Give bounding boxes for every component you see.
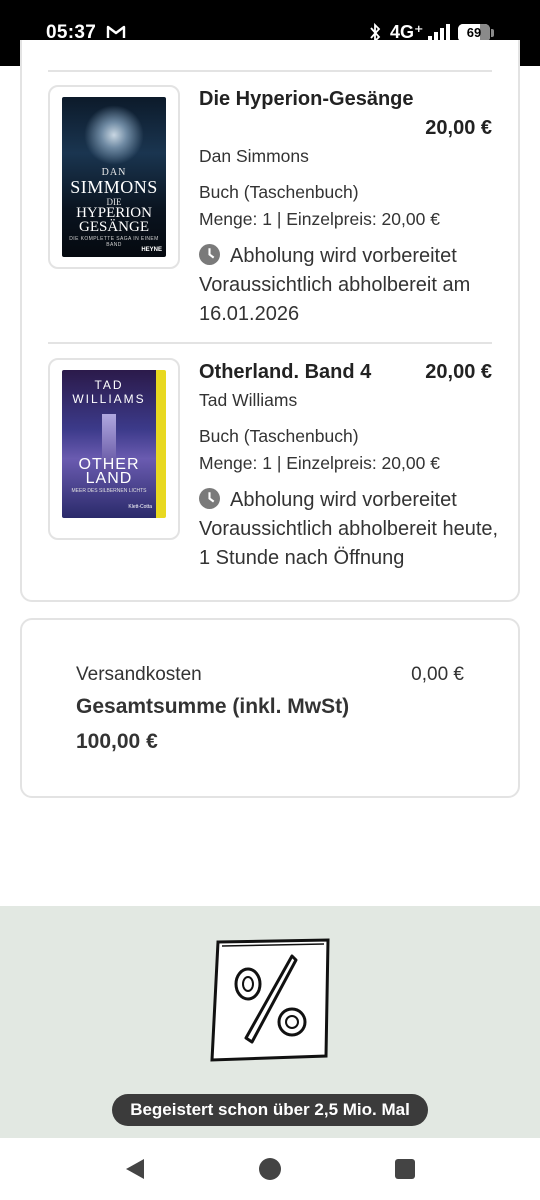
cover-frame[interactable]: TAD WILLIAMS OTHER LAND MEER DES SILBERN… [48,358,180,540]
divider [48,342,492,344]
divider [48,70,492,72]
totals-card: Versandkosten 0,00 € Gesamtsumme (inkl. … [20,618,520,798]
item-author: Dan Simmons [199,146,309,166]
clock-icon [199,244,220,265]
item-format: Buch (Taschenbuch) [199,426,359,446]
item-status: Abholung wird vorbereitet Voraussichtlic… [199,242,499,329]
clock-icon [199,488,220,509]
total-label: Gesamtsumme (inkl. MwSt) [76,695,350,718]
item-format: Buch (Taschenbuch) [199,182,359,202]
back-triangle-icon[interactable] [122,1156,148,1182]
item-price: 20,00 € [425,117,492,139]
gmail-icon [106,25,126,38]
item-title[interactable]: Die Hyperion-Gesänge [199,88,414,111]
cover-frame[interactable]: DAN SIMMONS DIE HYPERION GESÄNGE DIE KOM… [48,85,180,269]
shipping-value: 0,00 € [411,664,464,685]
status-detail: Voraussichtlich abholbereit am 16.01.202… [199,274,471,325]
promo-banner[interactable]: Begeistert schon über 2,5 Mio. Mal [0,906,540,1138]
promo-badge: Begeistert schon über 2,5 Mio. Mal [112,1094,428,1126]
shipping-label: Versandkosten [76,664,202,685]
status-detail: Voraussichtlich abholbereit heute, 1 Stu… [199,518,499,569]
item-title[interactable]: Otherland. Band 4 [199,361,371,384]
status-heading: Abholung wird vorbereitet [230,245,457,267]
item-price: 20,00 € [425,361,492,383]
book-cover-image: TAD WILLIAMS OTHER LAND MEER DES SILBERN… [62,370,166,518]
percent-icon [210,938,330,1062]
item-status: Abholung wird vorbereitet Voraussichtlic… [199,486,499,573]
book-cover-image: DAN SIMMONS DIE HYPERION GESÄNGE DIE KOM… [62,97,166,257]
home-circle-icon[interactable] [257,1156,283,1182]
system-nav-bar [0,1138,540,1200]
status-heading: Abholung wird vorbereitet [230,489,457,511]
item-quantity: Menge: 1 | Einzelpreis: 20,00 € [199,209,440,229]
recents-square-icon[interactable] [392,1156,418,1182]
total-value: 100,00 € [76,730,158,753]
item-quantity: Menge: 1 | Einzelpreis: 20,00 € [199,453,440,473]
item-author: Tad Williams [199,390,298,410]
